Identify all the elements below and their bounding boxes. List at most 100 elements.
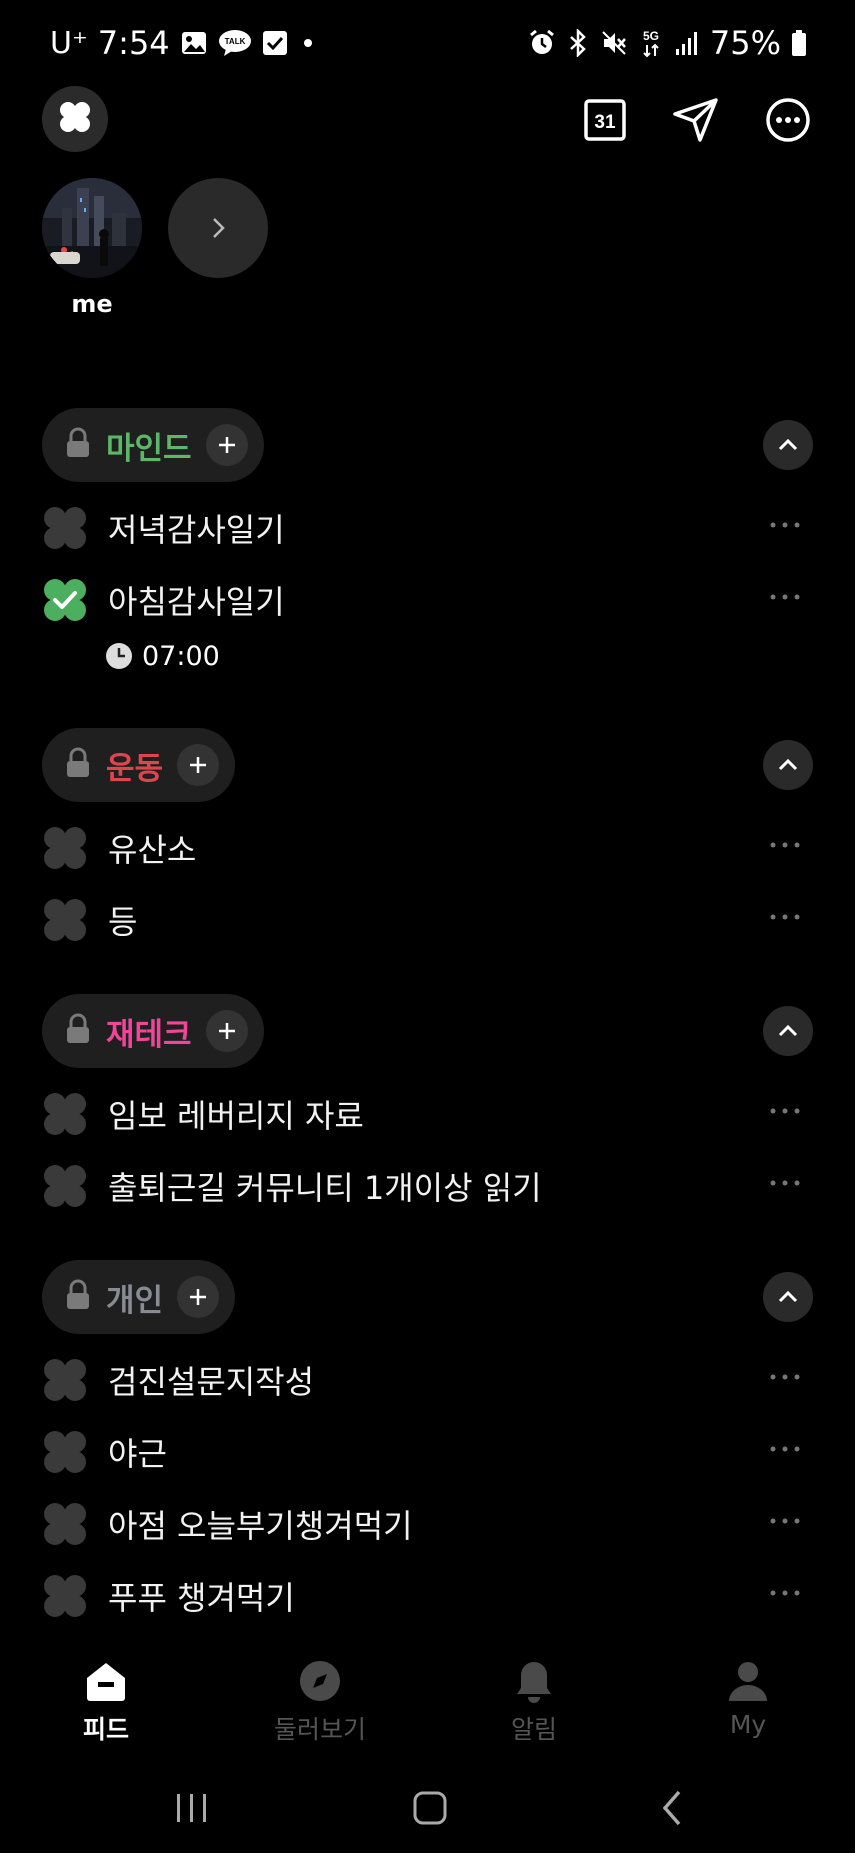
- plus-icon: [218, 1023, 235, 1039]
- category-pill[interactable]: 개인: [42, 1260, 236, 1334]
- task-item[interactable]: 저녁감사일기: [42, 492, 813, 564]
- category-name: 개인: [106, 1282, 164, 1319]
- task-title: 등: [108, 903, 138, 941]
- task-more-button[interactable]: [765, 1506, 805, 1536]
- lock-icon: [64, 1279, 92, 1315]
- profile-icon: [729, 1662, 767, 1701]
- dot-icon: [298, 33, 318, 53]
- collapse-button[interactable]: [763, 740, 813, 790]
- task-item[interactable]: 푸푸 챙겨먹기: [42, 1560, 813, 1632]
- more-horizontal-icon: [766, 98, 810, 142]
- task-more-button[interactable]: [765, 1434, 805, 1464]
- chevron-up-icon: [778, 758, 798, 771]
- task-item[interactable]: 아침감사일기: [42, 564, 813, 636]
- checkbox-icon: [262, 30, 288, 56]
- nav-feed[interactable]: 피드: [36, 1658, 176, 1746]
- stories-next-button[interactable]: [168, 178, 268, 278]
- send-button[interactable]: [666, 90, 726, 150]
- recent-apps-button[interactable]: [162, 1786, 222, 1830]
- task-more-button[interactable]: [765, 1578, 805, 1608]
- home-square-icon: [413, 1791, 447, 1825]
- category-pill[interactable]: 재테크: [42, 994, 264, 1068]
- stories-row: me: [42, 178, 268, 318]
- add-task-button[interactable]: [205, 424, 248, 466]
- task-more-button[interactable]: [765, 830, 805, 860]
- task-item[interactable]: 아점 오늘부기챙겨먹기: [42, 1488, 813, 1560]
- task-item[interactable]: 등: [42, 884, 813, 956]
- clover-logo-icon: [58, 100, 92, 138]
- calendar-button[interactable]: 31: [575, 90, 635, 150]
- chevron-up-icon: [778, 1024, 798, 1037]
- signal-icon: [674, 29, 700, 57]
- collapse-button[interactable]: [763, 1006, 813, 1056]
- avatar: [42, 178, 142, 278]
- nav-notifications[interactable]: 알림: [464, 1658, 604, 1746]
- category-pill[interactable]: 마인드: [42, 408, 264, 482]
- task-item[interactable]: 검진설문지작성: [42, 1344, 813, 1416]
- category-name: 운동: [106, 750, 164, 787]
- gallery-icon: [180, 29, 208, 57]
- task-checkbox[interactable]: [42, 1573, 88, 1619]
- task-title: 유산소: [108, 831, 197, 869]
- task-more-button[interactable]: [765, 510, 805, 540]
- task-item[interactable]: 야근: [42, 1416, 813, 1488]
- ellipsis-icon: [770, 1180, 800, 1186]
- ellipsis-icon: [770, 1108, 800, 1114]
- chevron-up-icon: [778, 438, 798, 451]
- carrier-label: U⁺: [50, 25, 88, 61]
- category-personal: 개인 검진설문지작성 야근 아점 오늘부기챙겨먹기 푸푸 챙겨먹기: [42, 1260, 813, 1632]
- task-checkbox[interactable]: [42, 1357, 88, 1403]
- home-system-button[interactable]: [400, 1786, 460, 1830]
- task-checkbox[interactable]: [42, 825, 88, 871]
- task-checkbox[interactable]: [42, 1163, 88, 1209]
- calendar-day: 31: [594, 112, 616, 133]
- task-checkbox[interactable]: [42, 505, 88, 551]
- category-finance: 재테크 임보 레버리지 자료 출퇴근길 커뮤니티 1개이상 읽기: [42, 994, 813, 1222]
- task-more-button[interactable]: [765, 1362, 805, 1392]
- task-checkbox[interactable]: [42, 1091, 88, 1137]
- ellipsis-icon: [770, 842, 800, 848]
- add-task-button[interactable]: [177, 744, 220, 786]
- battery-percent: 75%: [709, 24, 781, 62]
- plus-icon: [190, 1289, 207, 1305]
- chevron-up-icon: [778, 1290, 798, 1303]
- bottom-nav: 피드 둘러보기 알림 My: [0, 1650, 855, 1760]
- back-button[interactable]: [642, 1786, 702, 1830]
- category-pill[interactable]: 운동: [42, 728, 236, 802]
- nav-label: 둘러보기: [273, 1715, 366, 1744]
- nav-label: My: [729, 1710, 767, 1739]
- system-nav-bar: [0, 1760, 855, 1853]
- ellipsis-icon: [770, 522, 800, 528]
- more-options-button[interactable]: [758, 90, 818, 150]
- nav-my[interactable]: My: [678, 1658, 818, 1739]
- task-item[interactable]: 출퇴근길 커뮤니티 1개이상 읽기: [42, 1150, 813, 1222]
- ellipsis-icon: [770, 594, 800, 600]
- task-item[interactable]: 임보 레버리지 자료: [42, 1078, 813, 1150]
- bell-icon: [517, 1662, 551, 1703]
- nav-label: 알림: [510, 1715, 557, 1744]
- reminder-time: 07:00: [142, 640, 220, 672]
- task-more-button[interactable]: [765, 1168, 805, 1198]
- 5g-icon-text: 5G: [643, 29, 659, 43]
- collapse-button[interactable]: [763, 420, 813, 470]
- nav-explore[interactable]: 둘러보기: [250, 1658, 390, 1746]
- add-task-button[interactable]: [205, 1010, 248, 1052]
- add-task-button[interactable]: [177, 1276, 220, 1318]
- ellipsis-icon: [770, 1374, 800, 1380]
- recent-apps-icon: [177, 1794, 206, 1822]
- task-checkbox-checked[interactable]: [42, 577, 88, 623]
- collapse-button[interactable]: [763, 1272, 813, 1322]
- task-item[interactable]: 유산소: [42, 812, 813, 884]
- task-more-button[interactable]: [765, 902, 805, 932]
- app-logo-button[interactable]: [42, 86, 108, 152]
- task-title: 검진설문지작성: [108, 1363, 315, 1401]
- ellipsis-icon: [770, 1446, 800, 1452]
- task-checkbox[interactable]: [42, 897, 88, 943]
- category-name: 재테크: [106, 1016, 192, 1053]
- task-checkbox[interactable]: [42, 1429, 88, 1475]
- task-more-button[interactable]: [765, 582, 805, 612]
- category-exercise: 운동 유산소 등: [42, 728, 813, 956]
- task-checkbox[interactable]: [42, 1501, 88, 1547]
- task-more-button[interactable]: [765, 1096, 805, 1126]
- story-me[interactable]: me: [42, 178, 142, 318]
